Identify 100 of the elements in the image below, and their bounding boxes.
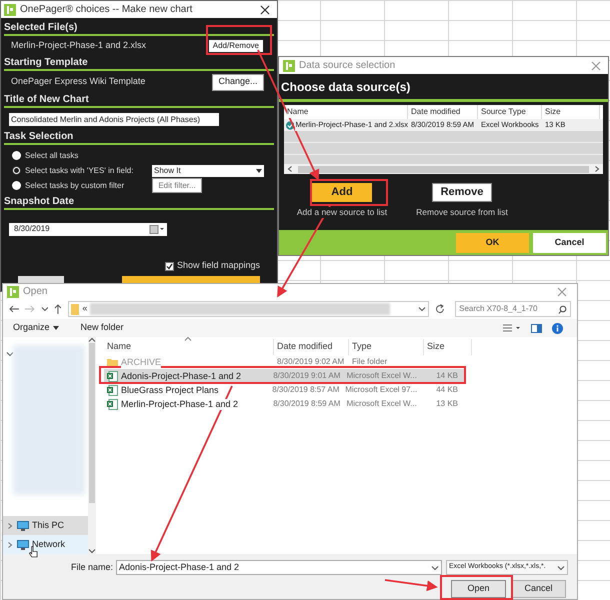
- window-title: OnePager® choices -- Make new chart: [20, 3, 192, 17]
- template-name: OnePager Express Wiki Template: [11, 75, 146, 88]
- button[interactable]: OK: [456, 232, 529, 252]
- section-heading: Selected File(s): [4, 22, 78, 34]
- chart-title-field[interactable]: Consolidated Merlin and Adonis Projects (All Phases): [9, 112, 219, 126]
- chevron-down-icon[interactable]: [40, 306, 48, 312]
- column-header[interactable]: Date modified: [274, 339, 349, 355]
- table-cell-text: Microsoft Excel 97...: [344, 384, 418, 396]
- spreadsheet-file-icon: [107, 370, 118, 382]
- button[interactable]: Add/Remove: [208, 39, 264, 53]
- window-title: Data source selection: [299, 59, 396, 73]
- table-cell: BlueGrass Project Plans: [121, 384, 219, 396]
- preview-pane-icon[interactable]: [531, 324, 542, 332]
- button[interactable]: Open: [451, 580, 506, 598]
- dropdown-arrow-icon[interactable]: [256, 168, 262, 172]
- table-cell-text: 13 KB: [435, 398, 460, 410]
- radio-button[interactable]: [12, 181, 21, 190]
- button[interactable]: Add: [312, 183, 372, 202]
- radio-button[interactable]: [12, 166, 21, 175]
- spreadsheet-file-icon: [107, 384, 118, 396]
- radio-label: Select tasks by custom filter: [25, 180, 124, 192]
- chevron-right-icon[interactable]: [6, 522, 14, 528]
- button[interactable]: Change...: [212, 74, 264, 90]
- column-header[interactable]: Type: [349, 339, 424, 355]
- button[interactable]: Edit filter...: [152, 178, 202, 193]
- search-icon[interactable]: [558, 304, 568, 314]
- refresh-icon[interactable]: [435, 304, 446, 314]
- view-options-icon[interactable]: [503, 324, 521, 332]
- radio-label: Select tasks with 'YES' in field:: [25, 164, 134, 176]
- nav-item[interactable]: Network: [3, 535, 88, 554]
- field-label: File name:: [70, 560, 113, 574]
- chevron-down-icon[interactable]: [557, 564, 565, 570]
- annotation-box: [206, 25, 272, 55]
- radio-button[interactable]: [12, 151, 21, 160]
- button-caption: Add a new source to list: [296, 207, 388, 218]
- table-cell: Adonis-Project-Phase-1 and 2: [121, 370, 242, 382]
- chevron-down-icon[interactable]: [88, 548, 96, 554]
- dropdown-arrow-icon[interactable]: [52, 326, 59, 330]
- column-header[interactable]: Source Type: [481, 106, 526, 118]
- column-header[interactable]: Name: [287, 106, 308, 118]
- search-field[interactable]: Search X70-8_4_1-70: [455, 301, 572, 317]
- table-cell: Merlin-Project-Phase-1 and 2: [121, 398, 238, 410]
- button[interactable]: Remove: [432, 183, 492, 202]
- computer-icon: [17, 520, 29, 530]
- table-cell: ARCHIVE: [121, 356, 162, 368]
- file-row[interactable]: Merlin-Project-Phase-1 and 2 8/30/2019 8:59 AM Microsoft Excel W... 13 KB: [104, 397, 464, 411]
- app-logo-icon: [4, 4, 16, 16]
- chevron-right-icon[interactable]: [6, 542, 14, 548]
- check-circle-icon: [286, 120, 294, 130]
- file-row[interactable]: BlueGrass Project Plans 8/30/2019 8:57 AM Microsoft Excel 97... 44 KB: [104, 383, 464, 397]
- horizontal-scrollbar[interactable]: [284, 164, 603, 174]
- section-heading: Task Selection: [4, 131, 74, 143]
- folder-icon: [71, 304, 80, 314]
- vertical-scrollbar[interactable]: [88, 337, 96, 554]
- table-cell-text: 14 KB: [435, 370, 460, 382]
- checkbox-label: Show field mappings: [176, 259, 260, 272]
- calendar-icon[interactable]: [149, 224, 165, 234]
- button[interactable]: Cancel: [511, 580, 566, 598]
- field-dropdown[interactable]: Show It: [152, 164, 264, 176]
- up-arrow-icon[interactable]: [54, 304, 62, 314]
- chevron-down-icon[interactable]: [418, 306, 426, 312]
- table-cell-text: 8/30/2019 8:59 AM: [272, 398, 342, 410]
- window-title: Open: [23, 285, 48, 299]
- file-row[interactable]: ARCHIVE 8/30/2019 9:02 AM File folder: [104, 355, 464, 369]
- table-cell-text: 8/30/2019 9:01 AM: [272, 370, 342, 382]
- chevron-right-icon[interactable]: [593, 166, 601, 172]
- file-name: Merlin-Project-Phase-1 and 2.xlsx: [11, 39, 146, 52]
- hand-cursor-icon: [29, 546, 38, 558]
- table-cell-text: Microsoft Excel W...: [346, 398, 417, 410]
- sort-caret-icon[interactable]: [184, 336, 192, 342]
- table-cell-text: Microsoft Excel W...: [346, 370, 417, 382]
- section-heading: Starting Template: [4, 57, 88, 69]
- new-folder-button[interactable]: New folder: [80, 321, 124, 335]
- chevron-down-icon[interactable]: [6, 351, 14, 357]
- back-arrow-icon[interactable]: [9, 305, 19, 313]
- table-cell-text: File folder: [351, 356, 388, 368]
- column-header[interactable]: Size: [424, 339, 472, 355]
- chevron-up-icon[interactable]: [88, 337, 96, 343]
- table-cell-text: 8/30/2019 9:02 AM: [276, 356, 346, 368]
- checkbox[interactable]: [164, 262, 174, 270]
- file-name-field[interactable]: Adonis-Project-Phase-1 and 2: [116, 560, 442, 575]
- file-row[interactable]: Adonis-Project-Phase-1 and 2 8/30/2019 9:01 AM Microsoft Excel W... 14 KB: [104, 369, 464, 383]
- section-heading: Snapshot Date: [4, 196, 74, 208]
- computer-icon: [17, 540, 29, 550]
- column-header[interactable]: Name: [104, 339, 274, 355]
- organize-menu[interactable]: Organize: [13, 321, 59, 335]
- address-bar[interactable]: «: [68, 301, 430, 317]
- table-cell-text: 8/30/2019 8:57 AM: [271, 384, 340, 396]
- date-field[interactable]: 8/30/2019: [9, 222, 167, 236]
- section-heading: Title of New Chart: [4, 94, 89, 106]
- chevron-left-icon[interactable]: [286, 166, 294, 172]
- help-icon[interactable]: [552, 322, 563, 334]
- path-prefix: «: [82, 302, 88, 316]
- chevron-down-icon[interactable]: [431, 564, 439, 570]
- spreadsheet-file-icon: [107, 398, 118, 410]
- table-cell-text: 44 KB: [435, 384, 459, 396]
- radio-label: Select all tasks: [25, 150, 78, 162]
- button[interactable]: Cancel: [533, 232, 606, 252]
- close-icon[interactable]: [260, 4, 270, 14]
- nav-item[interactable]: This PC: [3, 516, 88, 535]
